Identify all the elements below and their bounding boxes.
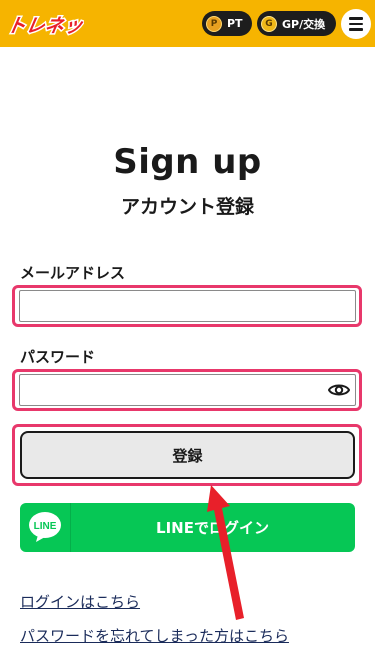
show-password-eye-icon[interactable] bbox=[328, 381, 350, 399]
register-button[interactable]: 登録 bbox=[20, 431, 355, 479]
points-label: PT bbox=[227, 17, 243, 30]
annotation-arrow bbox=[207, 485, 244, 620]
line-logo-icon: LINE bbox=[29, 512, 61, 542]
forgot-password-link[interactable]: パスワードを忘れてしまった方はこちら bbox=[20, 625, 289, 646]
gp-coin-icon: G bbox=[261, 15, 277, 32]
svg-text:トレネット: トレネット bbox=[8, 14, 84, 37]
password-label: パスワード bbox=[20, 348, 96, 366]
points-coin-icon: P bbox=[206, 15, 222, 32]
gp-exchange-label: GP/交換 bbox=[282, 17, 326, 31]
menu-icon-bar bbox=[349, 22, 363, 26]
site-logo[interactable]: トレネット bbox=[8, 8, 84, 40]
gp-exchange-button[interactable]: G GP/交換 bbox=[257, 11, 336, 36]
menu-icon-bar bbox=[349, 17, 363, 20]
points-button[interactable]: P PT bbox=[202, 11, 252, 36]
top-header: トレネット P PT G GP/交換 bbox=[0, 0, 375, 47]
page-subtitle: アカウント登録 bbox=[120, 196, 254, 218]
email-field[interactable] bbox=[19, 290, 356, 322]
line-login-button[interactable]: LINE LINEでログイン bbox=[20, 503, 355, 552]
page-title: Sign up bbox=[113, 142, 262, 182]
hamburger-menu-button[interactable] bbox=[341, 9, 371, 39]
line-icon-text: LINE bbox=[34, 521, 57, 532]
line-login-label: LINEでログイン bbox=[156, 519, 269, 537]
password-field[interactable] bbox=[19, 374, 356, 406]
login-link[interactable]: ログインはこちら bbox=[20, 591, 140, 612]
menu-icon-bar bbox=[349, 28, 363, 31]
email-label: メールアドレス bbox=[20, 264, 126, 282]
